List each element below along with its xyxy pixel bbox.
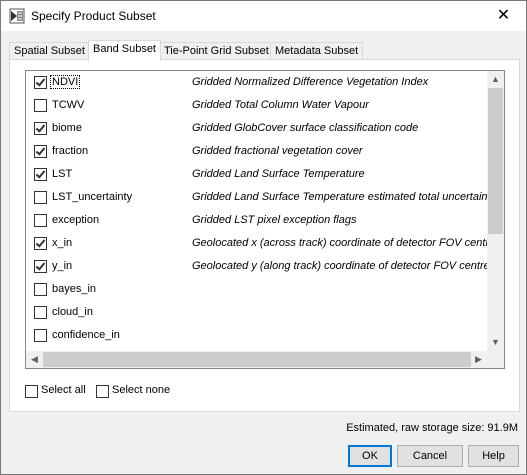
band-checkbox[interactable] bbox=[34, 260, 47, 273]
band-name: NDVI bbox=[49, 75, 81, 89]
band-description: Geolocated y (along track) coordinate of… bbox=[192, 260, 490, 272]
band-row[interactable]: fraction Gridded fractional vegetation co… bbox=[26, 141, 496, 164]
vertical-scrollbar[interactable]: ▲ ▼ bbox=[487, 71, 504, 351]
cancel-button[interactable]: Cancel bbox=[397, 445, 463, 467]
close-icon: ✕ bbox=[496, 7, 511, 24]
horizontal-scroll-thumb[interactable] bbox=[43, 352, 471, 367]
band-name: cloud_in bbox=[52, 306, 93, 318]
select-none-label: Select none bbox=[112, 384, 171, 396]
band-name: LST bbox=[52, 168, 73, 180]
band-description: Gridded fractional vegetation cover bbox=[192, 145, 363, 157]
band-row[interactable]: confidence_in bbox=[26, 325, 496, 348]
band-description: Gridded Land Surface Temperature estimat… bbox=[192, 191, 497, 203]
band-row[interactable]: LST_uncertainty Gridded Land Surface Temp… bbox=[26, 187, 496, 210]
band-name: x_in bbox=[52, 237, 73, 249]
band-row[interactable]: NDVI Gridded Normalized Difference Vegeta… bbox=[26, 72, 496, 95]
select-all-label: Select all bbox=[41, 384, 86, 396]
band-checkbox[interactable] bbox=[34, 168, 47, 181]
band-name: confidence_in bbox=[52, 329, 120, 341]
scroll-up-icon[interactable]: ▲ bbox=[487, 71, 504, 88]
scrollbar-corner bbox=[487, 351, 504, 368]
band-row[interactable]: biome Gridded GlobCover surface classific… bbox=[26, 118, 496, 141]
band-subset-panel: NDVI Gridded Normalized Difference Vegeta… bbox=[9, 59, 520, 412]
scroll-right-icon[interactable]: ▶ bbox=[470, 351, 487, 368]
band-description: Geolocated x (across track) coordinate o… bbox=[192, 237, 496, 249]
band-description: Gridded Normalized Difference Vegetation… bbox=[192, 76, 429, 88]
select-none-box[interactable] bbox=[96, 385, 109, 398]
band-row[interactable]: y_in Geolocated y (along track) coordinat… bbox=[26, 256, 496, 279]
band-name: y_in bbox=[52, 260, 73, 272]
window-title: Specify Product Subset bbox=[31, 9, 156, 23]
band-checkbox[interactable] bbox=[34, 306, 47, 319]
band-description: Gridded Total Column Water Vapour bbox=[192, 99, 369, 111]
band-list: NDVI Gridded Normalized Difference Vegeta… bbox=[25, 70, 505, 369]
scroll-left-icon[interactable]: ◀ bbox=[26, 351, 43, 368]
band-checkbox[interactable] bbox=[34, 145, 47, 158]
tab-spatial-subset[interactable]: Spatial Subset bbox=[9, 42, 90, 60]
band-checkbox[interactable] bbox=[34, 283, 47, 296]
band-name: exception bbox=[52, 214, 100, 226]
band-name: biome bbox=[52, 122, 82, 134]
horizontal-scrollbar[interactable]: ◀ ▶ bbox=[26, 351, 487, 368]
band-row[interactable]: exception Gridded LST pixel exception fla… bbox=[26, 210, 496, 233]
close-button[interactable]: ✕ bbox=[481, 1, 526, 31]
band-name: LST_uncertainty bbox=[52, 191, 133, 203]
tab-band-subset[interactable]: Band Subset bbox=[88, 40, 161, 61]
band-checkbox[interactable] bbox=[34, 99, 47, 112]
band-description: Gridded Land Surface Temperature bbox=[192, 168, 365, 180]
dialog-window: Specify Product Subset ✕ Spatial Subset … bbox=[0, 0, 527, 475]
band-row[interactable]: x_in Geolocated x (across track) coordina… bbox=[26, 233, 496, 256]
band-checkbox[interactable] bbox=[34, 237, 47, 250]
band-checkbox[interactable] bbox=[34, 191, 47, 204]
band-description: Gridded LST pixel exception flags bbox=[192, 214, 357, 226]
help-button[interactable]: Help bbox=[468, 445, 519, 467]
tab-metadata-subset[interactable]: Metadata Subset bbox=[270, 42, 364, 60]
band-name: bayes_in bbox=[52, 283, 97, 295]
storage-size-text: Estimated, raw storage size: 91.9M bbox=[346, 422, 518, 434]
band-row[interactable]: cloud_in bbox=[26, 302, 496, 325]
band-checkbox[interactable] bbox=[34, 122, 47, 135]
tab-tie-point-grid-subset[interactable]: Tie-Point Grid Subset bbox=[159, 42, 274, 60]
band-name: TCWV bbox=[52, 99, 85, 111]
band-name: fraction bbox=[52, 145, 89, 157]
band-row[interactable]: bayes_in bbox=[26, 279, 496, 302]
band-checkbox[interactable] bbox=[34, 214, 47, 227]
select-all-box[interactable] bbox=[25, 385, 38, 398]
app-icon bbox=[9, 8, 25, 24]
band-description: Gridded GlobCover surface classification… bbox=[192, 122, 419, 134]
title-bar: Specify Product Subset ✕ bbox=[1, 1, 526, 31]
ok-button[interactable]: OK bbox=[348, 445, 392, 467]
band-checkbox[interactable] bbox=[34, 329, 47, 342]
band-row[interactable]: TCWV Gridded Total Column Water Vapour bbox=[26, 95, 496, 118]
band-row[interactable]: LST Gridded Land Surface Temperature bbox=[26, 164, 496, 187]
scroll-down-icon[interactable]: ▼ bbox=[487, 334, 504, 351]
vertical-scroll-thumb[interactable] bbox=[488, 88, 503, 234]
band-checkbox[interactable] bbox=[34, 76, 47, 89]
